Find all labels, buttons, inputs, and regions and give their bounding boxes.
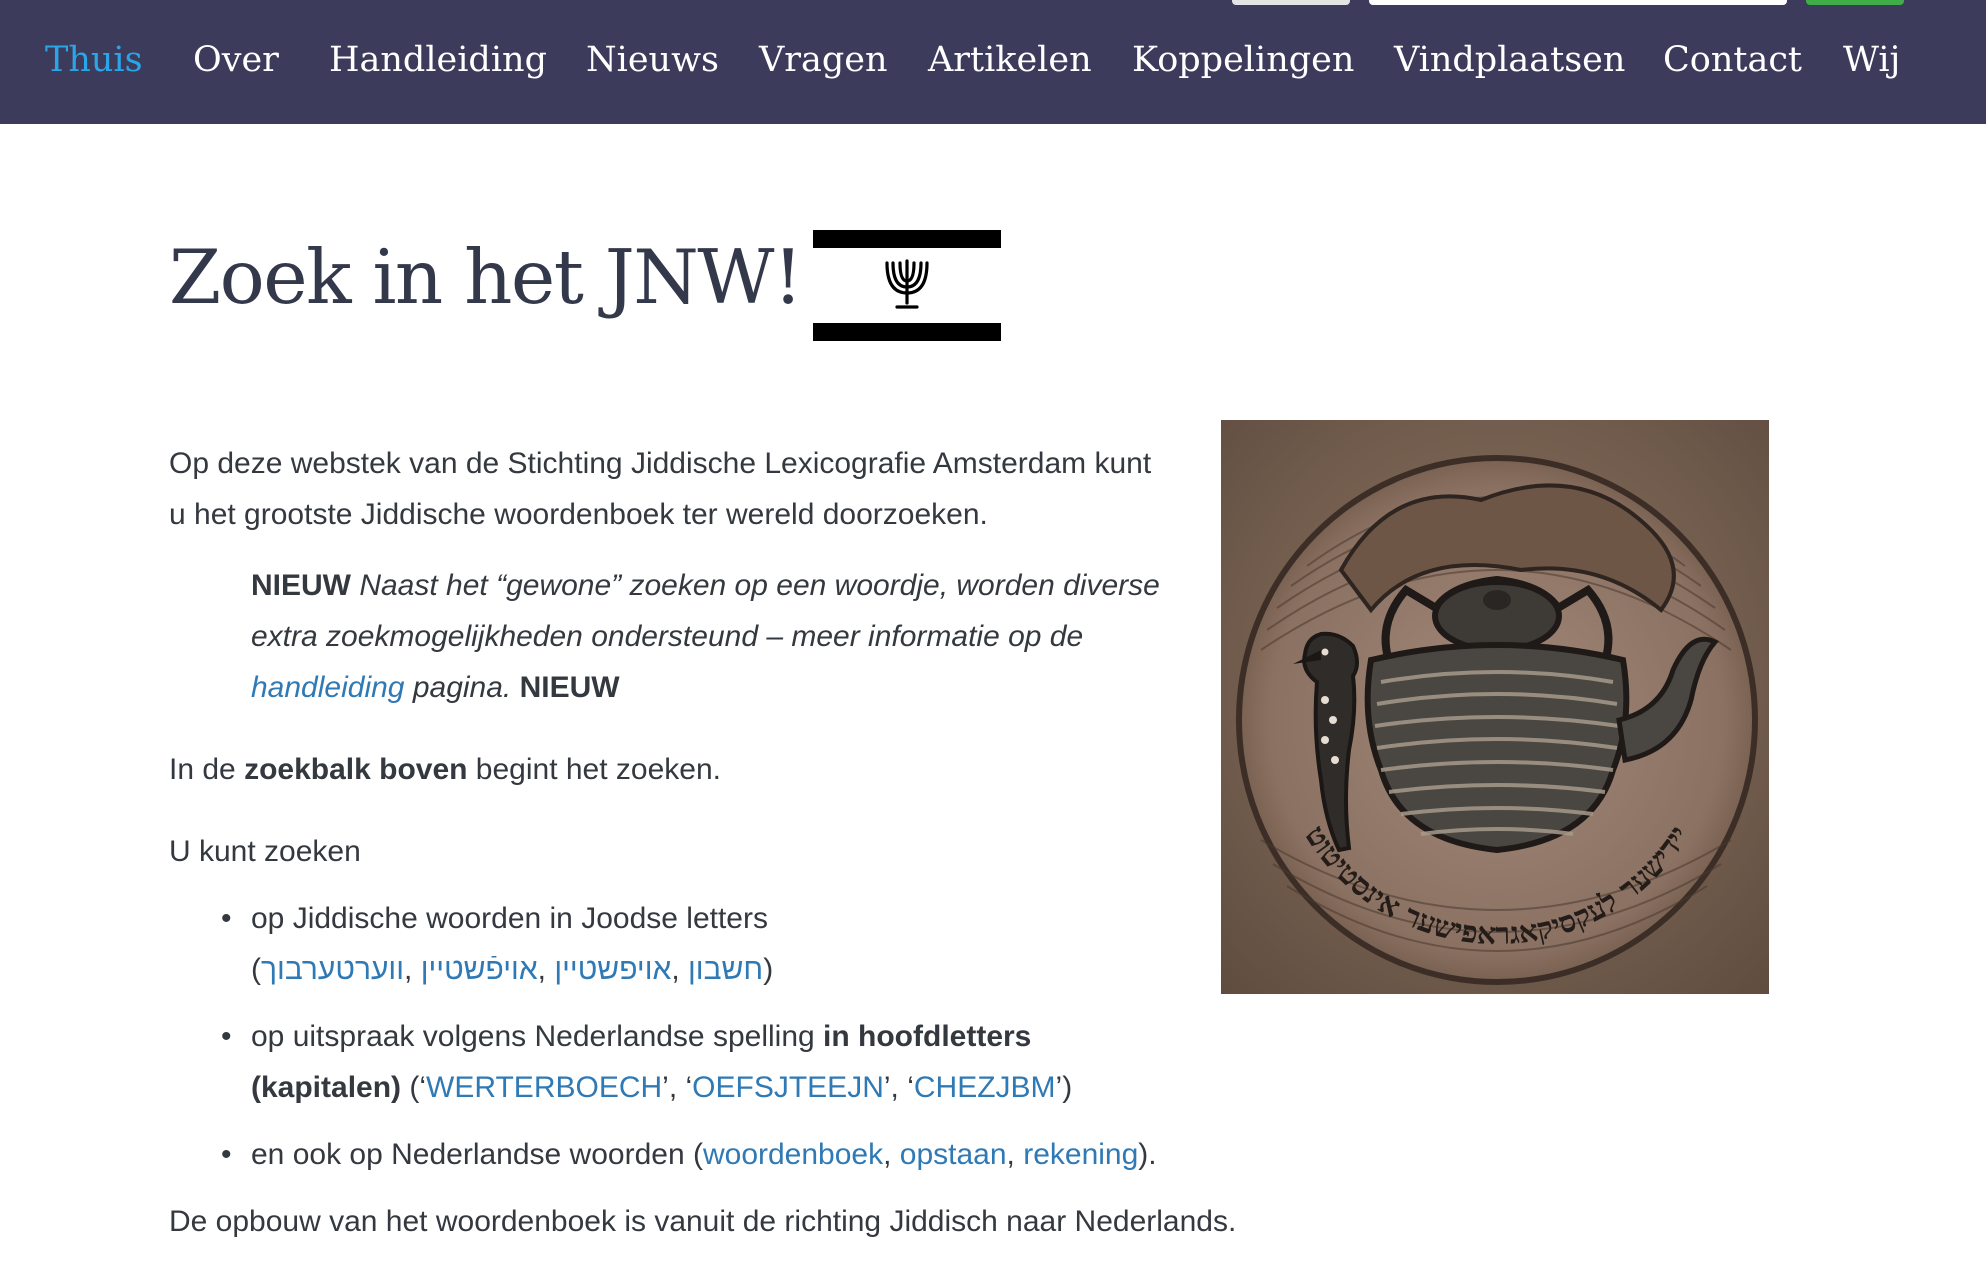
nav-item-over[interactable]: Over [193,34,279,86]
new-badge-end: NIEUW [519,671,620,704]
seal-artwork: יידישער לעקסיקאגראפישער אינסטיטוט [1221,420,1769,994]
news-callout: NIEUW Naast het “gewone” zoeken op een w… [251,560,1191,713]
nav-item-wij[interactable]: Wij [1843,34,1900,86]
top-navbar: Thuis Over Handleiding Nieuws Vragen Art… [0,0,1986,124]
menorah-icon [885,259,929,309]
main-content: Op deze webstek van de Stichting Jiddisc… [169,438,1236,1247]
option-text: op uitspraak volgens Nederlandse spellin… [251,1020,824,1053]
nav-item-handleiding[interactable]: Handleiding [329,34,547,86]
callout-text: Naast het “gewone” zoeken op een woordje… [251,569,1160,653]
nav-item-artikelen[interactable]: Artikelen [928,34,1092,86]
nav-item-koppelingen[interactable]: Koppelingen [1132,34,1354,86]
bullet-icon: • [221,902,232,935]
search-hint-text: In de [169,753,245,786]
nav-item-contact[interactable]: Contact [1663,34,1802,86]
bullet-icon: • [221,1020,232,1053]
example-link-yiddish-2[interactable]: אויפֿשטיין [421,953,538,986]
nav-item-vragen[interactable]: Vragen [759,34,888,86]
example-link-oefsjteejn[interactable]: OEFSJTEEJN [692,1071,884,1104]
nav-item-vindplaatsen[interactable]: Vindplaatsen [1394,34,1625,86]
example-link-woordenboek[interactable]: woordenboek [703,1138,883,1171]
callout-text-end: pagina. [404,671,512,704]
menorah-flag-icon [813,230,1001,341]
direction-note: De opbouw van het woordenboek is vanuit … [169,1205,1237,1238]
list-item: • op Jiddische woorden in Joodse letters… [169,893,1189,995]
new-badge-start: NIEUW [251,569,351,602]
example-link-opstaan[interactable]: opstaan [900,1138,1007,1171]
example-link-yiddish-1[interactable]: ווערטערבוך [261,953,404,986]
search-hint-bold: zoekbalk boven [244,753,468,786]
search-hint-text-end: begint het zoeken. [467,753,721,786]
nav-item-nieuws[interactable]: Nieuws [586,34,719,86]
list-item: • op uitspraak volgens Nederlandse spell… [169,1011,1189,1113]
search-options-list: • op Jiddische woorden in Joodse letters… [169,893,1189,1180]
example-link-werterboech[interactable]: WERTERBOECH [426,1071,662,1104]
page-title: Zoek in het JNW! [169,233,803,321]
flag-stripe-top [813,230,1001,248]
example-link-yiddish-3[interactable]: אויפשטיין [554,953,671,986]
search-hint: In de zoekbalk boven begint het zoeken. [169,744,1189,795]
search-input[interactable] [1369,0,1787,5]
option-text: en ook op Nederlandse woorden ( [251,1138,703,1171]
intro-paragraph: Op deze webstek van de Stichting Jiddisc… [169,447,1152,531]
example-link-yiddish-4[interactable]: חשבון [688,953,763,986]
handleiding-link[interactable]: handleiding [251,671,404,704]
example-link-rekening[interactable]: rekening [1023,1138,1138,1171]
flag-stripe-bottom [813,323,1001,341]
search-button[interactable] [1806,0,1904,5]
options-intro: U kunt zoeken [169,835,361,868]
language-toggle[interactable] [1232,0,1350,5]
woodcut-seal-image: יידישער לעקסיקאגראפישער אינסטיטוט [1221,420,1769,994]
example-link-chezjbm[interactable]: CHEZJBM [914,1071,1056,1104]
option-text-end: ). [1138,1138,1157,1171]
option-text: op Jiddische woorden in Joodse letters [251,902,768,935]
list-item: • en ook op Nederlandse woorden (woorden… [169,1129,1189,1180]
bullet-icon: • [221,1138,232,1171]
nav-item-thuis[interactable]: Thuis [45,34,143,86]
